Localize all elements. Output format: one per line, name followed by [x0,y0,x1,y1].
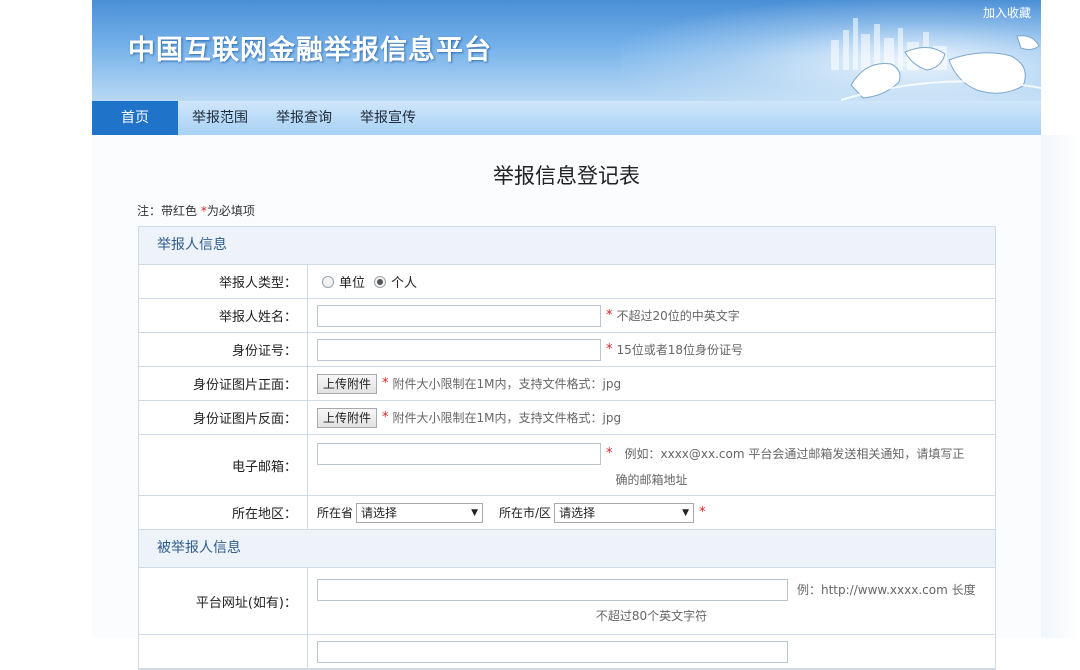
province-label: 所在省 [317,506,354,520]
radio-individual[interactable] [374,275,387,288]
radio-individual-label[interactable]: 个人 [391,272,417,291]
province-select[interactable]: 请选择 ▼ [356,502,484,523]
row-website: 平台网址(如有)： 例：http://www.xxxx.com 长度 不超过80… [139,568,995,635]
id-number-input[interactable] [317,338,601,361]
right-background-fade [1041,135,1080,638]
note-prefix: 注：带红色 [137,204,201,218]
nav-item-report-scope[interactable]: 举报范围 [178,101,262,135]
field-next-partial [308,635,995,668]
field-id-front: 上传附件 * 附件大小限制在1M内，支持文件格式：jpg [308,367,995,400]
section-reported-info: 被举报人信息 [139,530,995,568]
label-reporter-type: 举报人类型： [139,265,308,298]
upload-id-back-button[interactable]: 上传附件 [317,407,378,428]
upload-id-front-button[interactable]: 上传附件 [317,373,378,394]
site-title: 中国互联网金融举报信息平台 [128,35,492,66]
next-field-input[interactable] [317,640,788,663]
row-next-partial [139,635,995,669]
world-map-icon [841,35,1041,101]
label-region: 所在地区： [139,496,308,529]
page-container: 中国互联网金融举报信息平台 加入收藏 首页 举报范围 举报查询 举报宣传 举报信… [92,0,1041,670]
label-next-partial [139,635,308,668]
form-title: 举报信息登记表 [493,164,640,188]
id-number-hint: 15位或者18位身份证号 [616,343,744,357]
required-mark: * [699,505,706,520]
report-form: 举报人信息 举报人类型： 单位 个人 举报人姓名： * 不超过20位的中英文字 … [138,226,996,670]
row-email: 电子邮箱： * 例如：xxxx@xx.com 平台会通过邮箱发送相关通知，请填写… [139,435,995,496]
email-hint: 例如：xxxx@xx.com 平台会通过邮箱发送相关通知，请填写正 [624,447,965,461]
reporter-name-hint: 不超过20位的中英文字 [616,309,740,323]
field-website: 例：http://www.xxxx.com 长度 不超过80个英文字符 [308,568,995,634]
nav-item-home[interactable]: 首页 [92,101,178,135]
section-reporter-info: 举报人信息 [139,227,995,265]
row-region: 所在地区： 所在省 请选择 ▼ 所在市/区 请选择 ▼ * [139,496,995,530]
required-mark: * [382,410,389,425]
field-email: * 例如：xxxx@xx.com 平台会通过邮箱发送相关通知，请填写正 确的邮箱… [308,435,995,495]
nav-item-report-promotion[interactable]: 举报宣传 [346,101,430,135]
row-id-front: 身份证图片正面： 上传附件 * 附件大小限制在1M内，支持文件格式：jpg [139,367,995,401]
field-reporter-type: 单位 个人 [308,265,995,298]
reporter-name-input[interactable] [317,304,601,327]
city-label: 所在市/区 [499,506,552,520]
website-hint-continued: 不超过80个英文字符 [595,608,708,623]
label-id-front: 身份证图片正面： [139,367,308,400]
required-mark: * [382,376,389,391]
main-nav: 首页 举报范围 举报查询 举报宣传 [92,101,1041,135]
header-banner: 中国互联网金融举报信息平台 加入收藏 [92,0,1041,101]
nav-item-report-query[interactable]: 举报查询 [262,101,346,135]
add-bookmark-link[interactable]: 加入收藏 [983,4,1031,21]
id-back-hint: 附件大小限制在1M内，支持文件格式：jpg [392,411,622,425]
city-select[interactable]: 请选择 ▼ [554,502,695,523]
website-hint: 例：http://www.xxxx.com 长度 [797,583,976,597]
label-email: 电子邮箱： [139,435,308,495]
required-mark: * [606,308,613,323]
province-select-value: 请选择 [361,505,398,520]
field-id-back: 上传附件 * 附件大小限制在1M内，支持文件格式：jpg [308,401,995,434]
dropdown-arrow-icon: ▼ [682,507,690,518]
label-id-back: 身份证图片反面： [139,401,308,434]
field-region: 所在省 请选择 ▼ 所在市/区 请选择 ▼ * [308,496,995,529]
dropdown-arrow-icon: ▼ [471,507,479,518]
radio-unit-label[interactable]: 单位 [339,272,365,291]
field-id-number: * 15位或者18位身份证号 [308,333,995,366]
label-id-number: 身份证号： [139,333,308,366]
required-mark: * [606,446,613,461]
label-website: 平台网址(如有)： [139,568,308,634]
row-id-back: 身份证图片反面： 上传附件 * 附件大小限制在1M内，支持文件格式：jpg [139,401,995,435]
label-reporter-name: 举报人姓名： [139,299,308,332]
radio-unit[interactable] [322,275,334,288]
required-mark: * [606,342,613,357]
id-front-hint: 附件大小限制在1M内，支持文件格式：jpg [392,377,622,391]
website-input[interactable] [317,578,788,601]
email-hint-continued: 确的邮箱地址 [615,472,688,487]
field-reporter-name: * 不超过20位的中英文字 [308,299,995,332]
city-select-value: 请选择 [559,505,596,520]
email-input[interactable] [317,442,601,465]
row-reporter-name: 举报人姓名： * 不超过20位的中英文字 [139,299,995,333]
required-note: 注：带红色 *为必填项 [137,202,255,219]
row-reporter-type: 举报人类型： 单位 个人 [139,265,995,299]
row-id-number: 身份证号： * 15位或者18位身份证号 [139,333,995,367]
note-suffix: 为必填项 [206,204,255,218]
